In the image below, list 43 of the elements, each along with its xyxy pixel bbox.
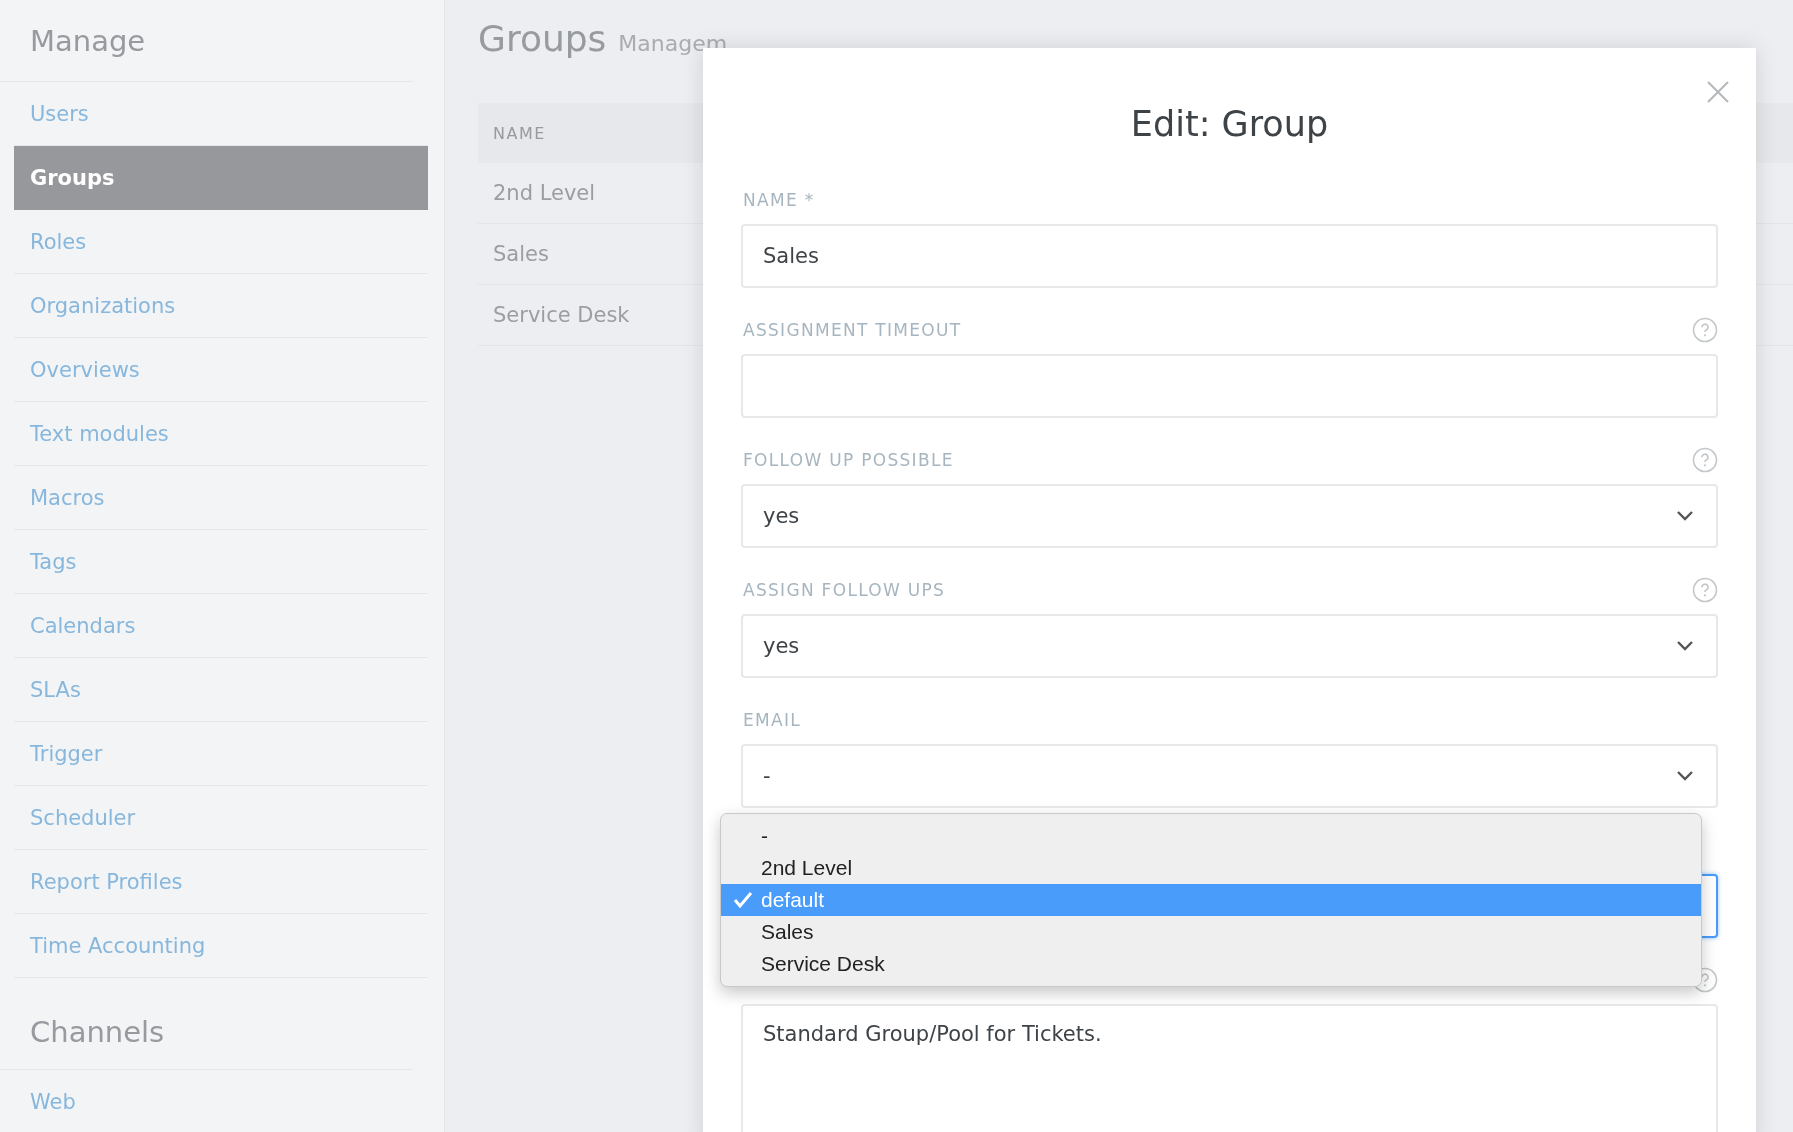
select-field[interactable]: yes (741, 614, 1718, 678)
sidebar-item[interactable]: Tags (14, 530, 428, 594)
field-label: ASSIGN FOLLOW UPS (742, 580, 946, 600)
sidebar-item[interactable]: Scheduler (14, 786, 428, 850)
dropdown-option[interactable]: - (721, 820, 1701, 852)
dropdown-option[interactable]: Service Desk (721, 948, 1701, 980)
dropdown-option[interactable]: Sales (721, 916, 1701, 948)
dropdown-option[interactable]: default (721, 884, 1701, 916)
text-area[interactable]: Standard Group/Pool for Tickets. (741, 1004, 1718, 1132)
page-title: Groups (478, 18, 607, 59)
chevron-down-icon (1676, 770, 1694, 782)
field-label: NAME * (742, 190, 815, 210)
section-heading: Manage (30, 23, 146, 58)
chevron-down-icon (1676, 640, 1694, 652)
sidebar-item[interactable]: Web (14, 1070, 428, 1132)
field-label: ASSIGNMENT TIMEOUT (742, 320, 962, 340)
sidebar-item[interactable]: Organizations (14, 274, 428, 338)
help-icon[interactable] (1692, 577, 1718, 603)
section-heading: Channels (30, 1015, 165, 1049)
dropdown-option[interactable]: 2nd Level (721, 852, 1701, 884)
sidebar-item[interactable]: Macros (14, 466, 428, 530)
sidebar-item[interactable]: Text modules (14, 402, 428, 466)
field-label: EMAIL (742, 710, 802, 730)
page-subtitle: Managem (618, 31, 728, 56)
sidebar-item[interactable]: Groups (14, 146, 428, 210)
select-field[interactable]: yes (741, 484, 1718, 548)
chevron-down-icon (1676, 510, 1694, 522)
sidebar-item[interactable]: Calendars (14, 594, 428, 658)
checkmark-icon (733, 891, 753, 909)
text-field[interactable] (741, 354, 1718, 418)
sidebar-item[interactable]: Time Accounting (14, 914, 428, 978)
sidebar-item[interactable]: Overviews (14, 338, 428, 402)
help-icon[interactable] (1692, 317, 1718, 343)
sidebar-item[interactable]: SLAs (14, 658, 428, 722)
text-field[interactable]: Sales (741, 224, 1718, 288)
close-icon[interactable] (1706, 80, 1730, 104)
help-icon[interactable] (1692, 447, 1718, 473)
select-field[interactable]: - (741, 744, 1718, 808)
field-label: FOLLOW UP POSSIBLE (742, 450, 954, 470)
sidebar-item[interactable]: Roles (14, 210, 428, 274)
sidebar-item[interactable]: Report Profiles (14, 850, 428, 914)
sidebar-item[interactable]: Trigger (14, 722, 428, 786)
dialog-title: Edit: Group (1130, 103, 1329, 146)
